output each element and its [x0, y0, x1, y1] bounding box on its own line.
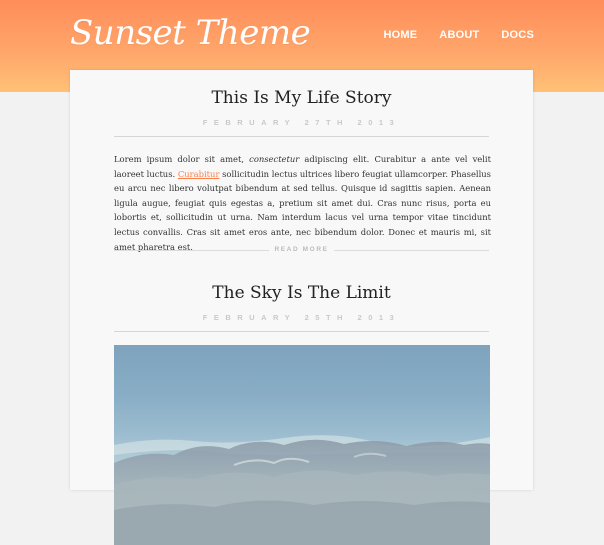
- post-date: FEBRUARY 25TH 2013: [202, 313, 401, 322]
- site-logo[interactable]: Sunset Theme: [70, 13, 311, 53]
- post-title[interactable]: The Sky Is The Limit: [70, 283, 533, 303]
- read-more-link[interactable]: READ MORE: [114, 245, 489, 255]
- sky-clouds-image: [114, 415, 490, 545]
- read-more-row: READ MORE: [114, 245, 489, 255]
- post-title[interactable]: This Is My Life Story: [70, 88, 533, 108]
- post-featured-image: [114, 345, 490, 545]
- excerpt-text: Lorem ipsum dolor sit amet,: [114, 154, 250, 164]
- nav-about-link[interactable]: ABOUT: [439, 29, 479, 41]
- excerpt-link[interactable]: Curabitur: [178, 169, 220, 179]
- post-divider: [114, 331, 489, 332]
- excerpt-text: sollicitudin lectus ultrices libero feug…: [114, 168, 491, 252]
- excerpt-emphasis: consectetur: [249, 154, 300, 164]
- content-card: This Is My Life Story FEBRUARY 27TH 2013…: [70, 70, 533, 545]
- post-date: FEBRUARY 27TH 2013: [202, 118, 401, 127]
- main-nav: HOME ABOUT DOCS: [383, 29, 534, 41]
- post-divider: [114, 136, 489, 137]
- nav-home-link[interactable]: HOME: [383, 29, 417, 41]
- post-excerpt: Lorem ipsum dolor sit amet, consectetur …: [114, 152, 491, 254]
- nav-docs-link[interactable]: DOCS: [501, 29, 534, 41]
